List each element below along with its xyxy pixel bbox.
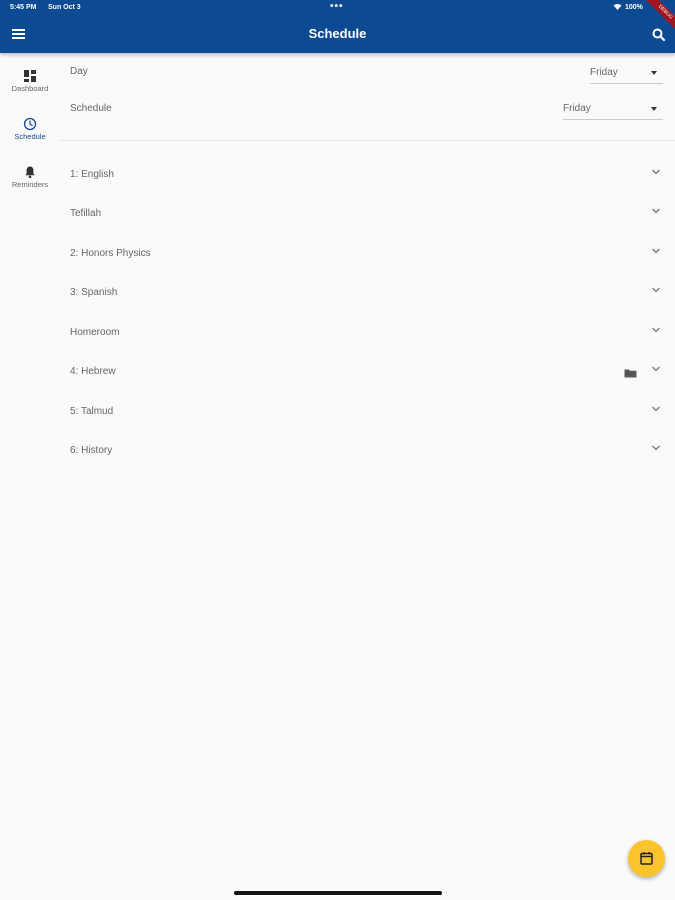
dropdown-arrow-icon	[651, 107, 657, 111]
page-title: Schedule	[308, 26, 367, 41]
period-row[interactable]: Homeroom	[60, 316, 675, 350]
day-label: Day	[70, 66, 88, 77]
rail-label-dashboard: Dashboard	[11, 84, 49, 93]
dashboard-icon	[24, 70, 36, 82]
chevron-down-icon[interactable]	[651, 168, 661, 176]
chevron-down-icon[interactable]	[651, 405, 661, 413]
dropdown-arrow-icon	[651, 71, 657, 75]
folder-icon[interactable]	[624, 368, 637, 378]
calendar-icon	[640, 852, 653, 865]
schedule-dropdown[interactable]: Friday	[563, 98, 663, 120]
clock-icon	[23, 117, 37, 131]
period-label: 2: Honors Physics	[70, 248, 151, 259]
chevron-down-icon[interactable]	[651, 326, 661, 334]
chevron-down-icon[interactable]	[651, 365, 661, 373]
rail-item-dashboard[interactable]: Dashboard	[0, 69, 60, 109]
period-row[interactable]: 4: Hebrew	[60, 355, 675, 389]
schedule-panel: Day Friday Schedule Friday 1: English Te…	[60, 53, 675, 900]
chevron-down-icon[interactable]	[651, 207, 661, 215]
search-icon[interactable]	[651, 27, 667, 43]
calendar-fab-button[interactable]	[628, 840, 665, 877]
bell-icon	[25, 166, 35, 179]
period-label: 6: History	[70, 445, 113, 456]
period-row[interactable]: 6: History	[60, 434, 675, 468]
rail-item-reminders[interactable]: Reminders	[0, 165, 60, 205]
day-dropdown[interactable]: Friday	[590, 62, 663, 84]
menu-icon[interactable]	[12, 29, 26, 40]
wifi-icon	[613, 3, 622, 10]
app-bar: 5:45 PM Sun Oct 3 ••• 100% DEBUG Schedul…	[0, 0, 675, 53]
period-label: 1: English	[70, 169, 114, 180]
period-label: Homeroom	[70, 327, 120, 338]
day-dropdown-value: Friday	[590, 67, 618, 78]
period-label: Tefillah	[70, 208, 102, 219]
period-label: 3: Spanish	[70, 287, 118, 298]
period-label: 4: Hebrew	[70, 366, 116, 377]
multitasking-dots[interactable]: •••	[330, 1, 344, 12]
schedule-label: Schedule	[70, 103, 112, 114]
status-date: Sun Oct 3	[48, 4, 81, 11]
period-label: 5: Talmud	[70, 406, 114, 417]
battery-percent: 100%	[625, 4, 643, 11]
status-time: 5:45 PM	[10, 4, 37, 11]
period-row[interactable]: Tefillah	[60, 197, 675, 231]
chevron-down-icon[interactable]	[651, 286, 661, 294]
chevron-down-icon[interactable]	[651, 444, 661, 452]
rail-label-reminders: Reminders	[11, 180, 49, 189]
rail-label-schedule: Schedule	[14, 132, 46, 141]
period-row[interactable]: 3: Spanish	[60, 276, 675, 310]
home-indicator[interactable]	[234, 891, 442, 895]
divider	[60, 140, 675, 141]
navigation-rail: Dashboard Schedule Reminders	[0, 53, 60, 900]
schedule-dropdown-value: Friday	[563, 103, 591, 114]
period-row[interactable]: 5: Talmud	[60, 395, 675, 429]
rail-item-schedule[interactable]: Schedule	[0, 117, 60, 157]
chevron-down-icon[interactable]	[651, 247, 661, 255]
period-row[interactable]: 2: Honors Physics	[60, 237, 675, 271]
period-row[interactable]: 1: English	[60, 158, 675, 192]
